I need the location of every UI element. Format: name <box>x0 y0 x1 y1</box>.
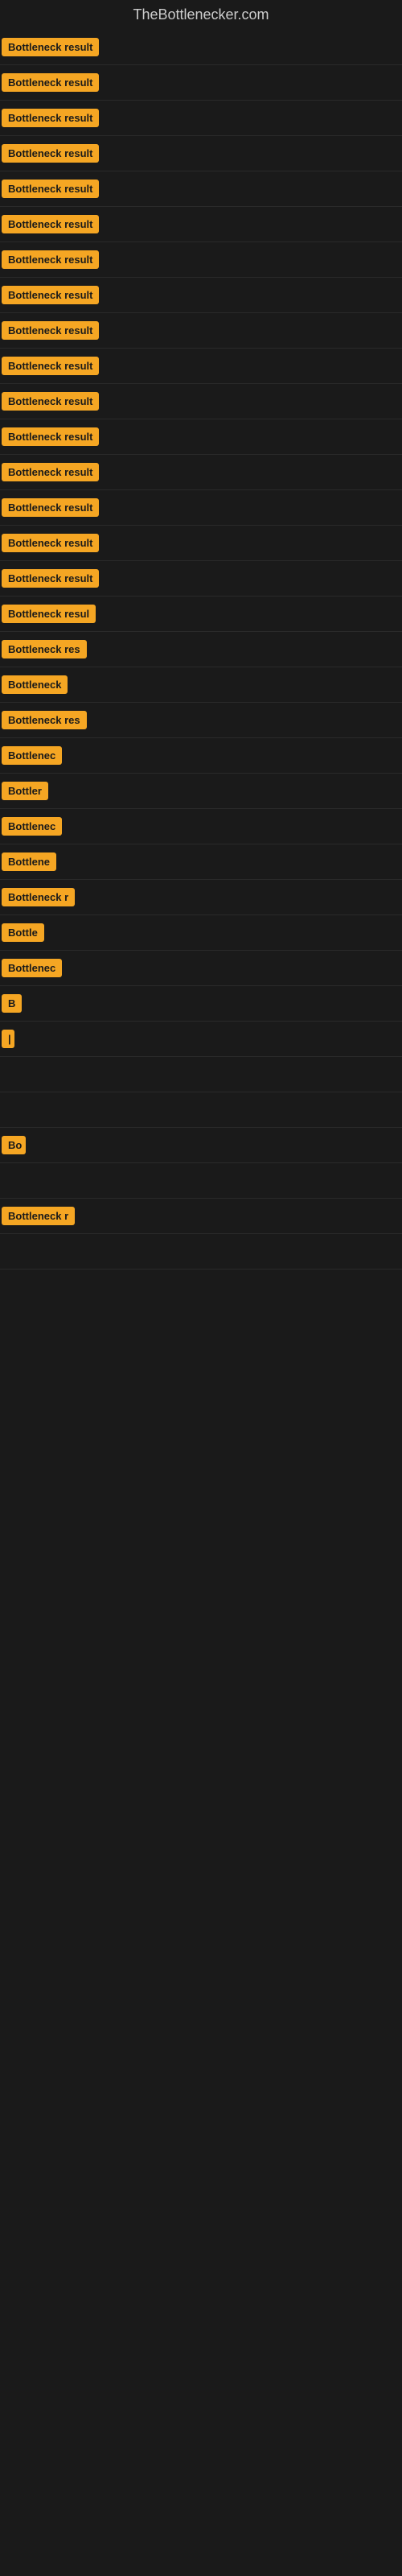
result-row: Bottleneck result <box>0 455 402 490</box>
result-row <box>0 1057 402 1092</box>
bottleneck-result-badge: Bottleneck result <box>2 357 99 375</box>
bottleneck-result-badge: Bottleneck result <box>2 321 99 340</box>
bottleneck-result-badge: Bottleneck result <box>2 215 99 233</box>
result-row: Bottler <box>0 774 402 809</box>
bottleneck-result-badge: Bottlenec <box>2 746 62 765</box>
bottleneck-result-badge: Bottleneck res <box>2 711 87 729</box>
bottleneck-result-badge: Bottleneck res <box>2 640 87 658</box>
bottleneck-result-badge: Bottleneck result <box>2 534 99 552</box>
result-row: Bottlene <box>0 844 402 880</box>
result-row: | <box>0 1022 402 1057</box>
bottleneck-result-badge: Bottleneck result <box>2 463 99 481</box>
bottleneck-result-badge: Bottleneck r <box>2 888 75 906</box>
result-row: Bottlenec <box>0 951 402 986</box>
bottleneck-result-badge: Bottleneck result <box>2 286 99 304</box>
result-row: Bottleneck result <box>0 207 402 242</box>
result-row: Bottleneck result <box>0 101 402 136</box>
site-title: TheBottlenecker.com <box>133 0 269 29</box>
result-row: Bottleneck result <box>0 490 402 526</box>
bottleneck-result-badge: B <box>2 994 22 1013</box>
result-row <box>0 1092 402 1128</box>
result-row: Bottleneck r <box>0 1199 402 1234</box>
result-row: Bottleneck res <box>0 703 402 738</box>
bottleneck-result-badge: Bottle <box>2 923 44 942</box>
results-container: Bottleneck result Bottleneck result Bottle… <box>0 30 402 1305</box>
bottleneck-result-badge: Bottleneck result <box>2 427 99 446</box>
result-row: Bottleneck result <box>0 561 402 597</box>
bottleneck-result-badge: Bottleneck result <box>2 180 99 198</box>
bottleneck-result-badge: Bottleneck result <box>2 569 99 588</box>
result-row: Bottlenec <box>0 809 402 844</box>
result-row: Bottleneck result <box>0 65 402 101</box>
result-row: Bottleneck resul <box>0 597 402 632</box>
bottleneck-result-badge: Bottleneck r <box>2 1207 75 1225</box>
result-row: Bottlenec <box>0 738 402 774</box>
result-row: Bottleneck res <box>0 632 402 667</box>
bottleneck-result-badge: Bottleneck result <box>2 38 99 56</box>
result-row: Bottleneck result <box>0 242 402 278</box>
bottleneck-result-badge: | <box>2 1030 14 1048</box>
result-row: Bottleneck result <box>0 30 402 65</box>
bottleneck-result-badge: Bottleneck resul <box>2 605 96 623</box>
result-row: Bottleneck <box>0 667 402 703</box>
bottleneck-result-badge: Bottler <box>2 782 48 800</box>
bottleneck-result-badge: Bottleneck result <box>2 144 99 163</box>
result-row: B <box>0 986 402 1022</box>
bottleneck-result-badge: Bottleneck result <box>2 498 99 517</box>
result-row: Bottleneck r <box>0 880 402 915</box>
bottleneck-result-badge: Bottleneck <box>2 675 68 694</box>
result-row: Bo <box>0 1128 402 1163</box>
result-row: Bottleneck result <box>0 278 402 313</box>
result-row: Bottleneck result <box>0 171 402 207</box>
result-row: Bottleneck result <box>0 419 402 455</box>
bottleneck-result-badge: Bottleneck result <box>2 73 99 92</box>
bottleneck-result-badge: Bottleneck result <box>2 392 99 411</box>
result-row <box>0 1234 402 1269</box>
bottleneck-result-badge: Bottleneck result <box>2 250 99 269</box>
site-title-bar: TheBottlenecker.com <box>0 0 402 30</box>
result-row: Bottleneck result <box>0 384 402 419</box>
result-row: Bottleneck result <box>0 313 402 349</box>
bottleneck-result-badge: Bo <box>2 1136 26 1154</box>
result-row <box>0 1269 402 1305</box>
bottleneck-result-badge: Bottleneck result <box>2 109 99 127</box>
bottleneck-result-badge: Bottlenec <box>2 817 62 836</box>
bottleneck-result-badge: Bottlenec <box>2 959 62 977</box>
result-row: Bottleneck result <box>0 136 402 171</box>
result-row: Bottleneck result <box>0 526 402 561</box>
result-row <box>0 1163 402 1199</box>
result-row: Bottle <box>0 915 402 951</box>
bottleneck-result-badge: Bottlene <box>2 852 56 871</box>
result-row: Bottleneck result <box>0 349 402 384</box>
